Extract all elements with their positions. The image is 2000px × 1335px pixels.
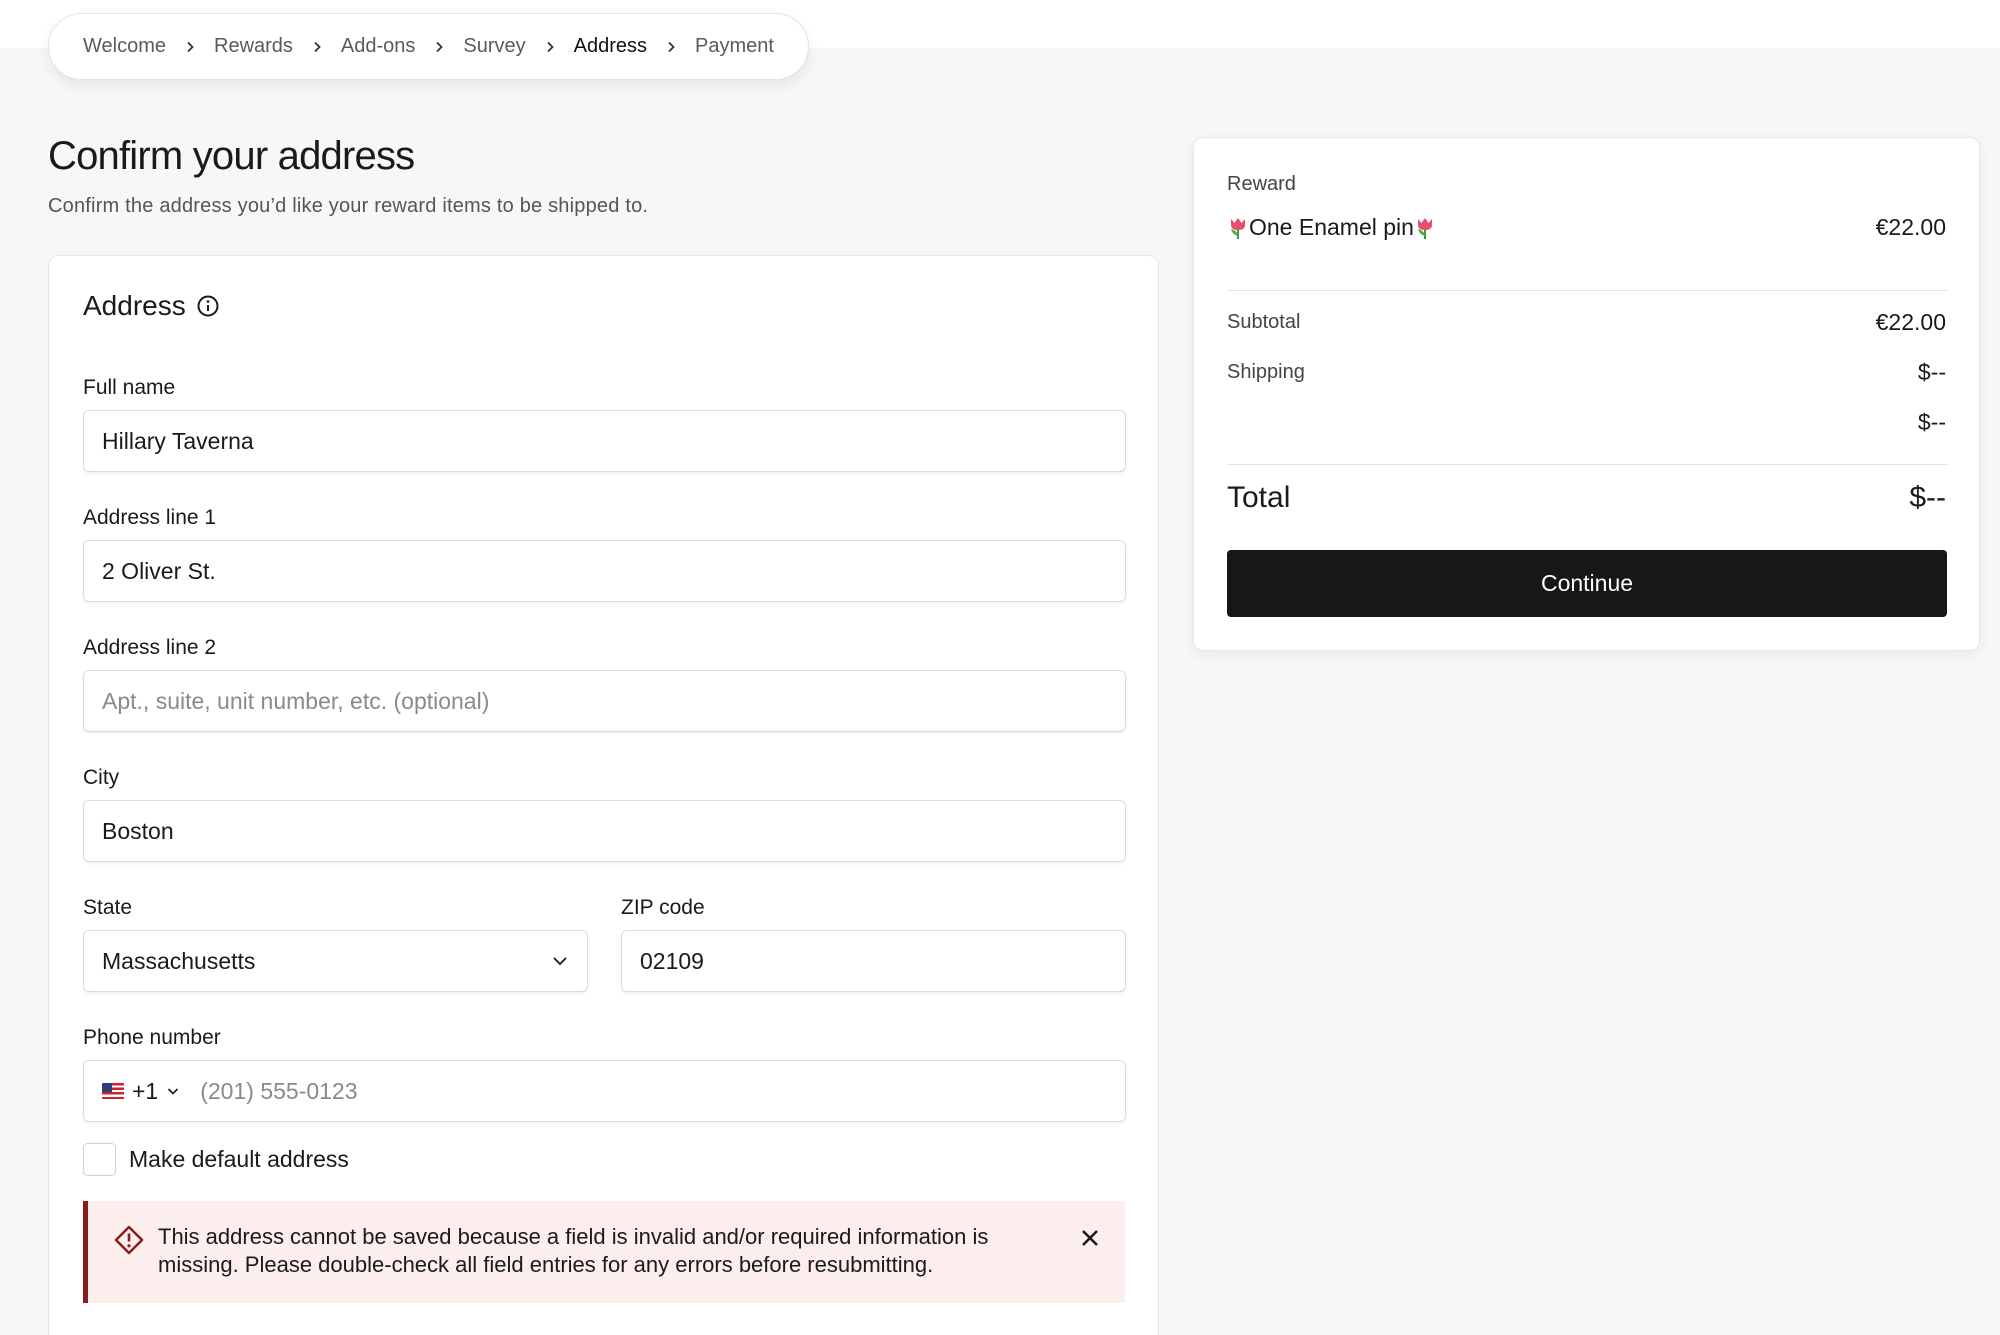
subtotal-label: Subtotal: [1227, 311, 1301, 333]
full-name-input[interactable]: [83, 410, 1126, 472]
breadcrumb-item-address[interactable]: Address: [574, 35, 647, 58]
tulip-icon: [1414, 216, 1436, 240]
breadcrumb: Welcome Rewards Add-ons Survey Address P…: [48, 13, 809, 80]
state-selected-value: Massachusetts: [102, 947, 256, 974]
page-title: Confirm your address: [48, 134, 415, 178]
chevron-right-icon: [544, 41, 556, 53]
default-address-row: Make default address: [83, 1143, 349, 1176]
reward-price: €22.00: [1875, 214, 1946, 240]
breadcrumb-item-rewards[interactable]: Rewards: [214, 35, 293, 58]
continue-button[interactable]: Continue: [1227, 550, 1947, 617]
default-address-checkbox[interactable]: [83, 1143, 116, 1176]
default-address-label[interactable]: Make default address: [129, 1146, 349, 1173]
address-line-2-label: Address line 2: [83, 636, 217, 659]
state-label: State: [83, 896, 133, 919]
breadcrumb-item-welcome[interactable]: Welcome: [83, 35, 166, 58]
address-heading-text: Address: [83, 290, 186, 321]
chevron-right-icon: [311, 41, 323, 53]
tulip-icon: [1227, 216, 1249, 240]
reward-label: Reward: [1227, 173, 1296, 195]
total-label: Total: [1227, 481, 1291, 514]
country-code: +1: [132, 1077, 159, 1104]
reward-name-text: One Enamel pin: [1249, 214, 1414, 240]
country-code-select[interactable]: +1: [102, 1078, 180, 1105]
total-value: $--: [1909, 481, 1946, 514]
address-line-1-label: Address line 1: [83, 506, 217, 529]
tax-value: $--: [1917, 409, 1946, 435]
page-subtitle: Confirm the address you’d like your rewa…: [48, 195, 649, 217]
us-flag-icon: [102, 1083, 124, 1099]
shipping-label: Shipping: [1227, 361, 1305, 383]
full-name-label: Full name: [83, 376, 176, 399]
phone-number-input[interactable]: [200, 1077, 1001, 1105]
phone-number-field: +1: [83, 1060, 1126, 1122]
order-summary-card: Reward One Enamel pin €22.00 Subtotal €2…: [1193, 137, 1980, 651]
info-icon[interactable]: [196, 294, 220, 318]
close-icon[interactable]: [1079, 1227, 1101, 1249]
zip-code-input[interactable]: [621, 930, 1126, 992]
error-banner: This address cannot be saved because a f…: [83, 1201, 1125, 1303]
address-form-card: Address Full name Address line 1 Address…: [48, 255, 1159, 1335]
error-message: This address cannot be saved because a f…: [158, 1224, 989, 1277]
breadcrumb-item-payment[interactable]: Payment: [695, 35, 774, 58]
address-line-2-input[interactable]: [83, 670, 1126, 732]
breadcrumb-item-survey[interactable]: Survey: [463, 35, 525, 58]
chevron-down-icon: [551, 952, 569, 970]
city-input[interactable]: [83, 800, 1126, 862]
chevron-down-icon: [166, 1084, 180, 1098]
city-label: City: [83, 766, 120, 789]
chevron-right-icon: [665, 41, 677, 53]
phone-number-label: Phone number: [83, 1026, 221, 1049]
address-heading: Address: [83, 290, 220, 322]
reward-name: One Enamel pin: [1227, 214, 1436, 241]
shipping-value: $--: [1917, 359, 1946, 385]
summary-divider: [1227, 290, 1947, 291]
chevron-right-icon: [433, 41, 445, 53]
summary-divider: [1227, 464, 1947, 465]
breadcrumb-item-add-ons[interactable]: Add-ons: [341, 35, 416, 58]
zip-code-label: ZIP code: [621, 896, 705, 919]
subtotal-value: €22.00: [1875, 309, 1946, 335]
state-select[interactable]: Massachusetts: [83, 930, 588, 992]
warning-icon: [114, 1225, 144, 1255]
address-line-1-input[interactable]: [83, 540, 1126, 602]
chevron-right-icon: [184, 41, 196, 53]
